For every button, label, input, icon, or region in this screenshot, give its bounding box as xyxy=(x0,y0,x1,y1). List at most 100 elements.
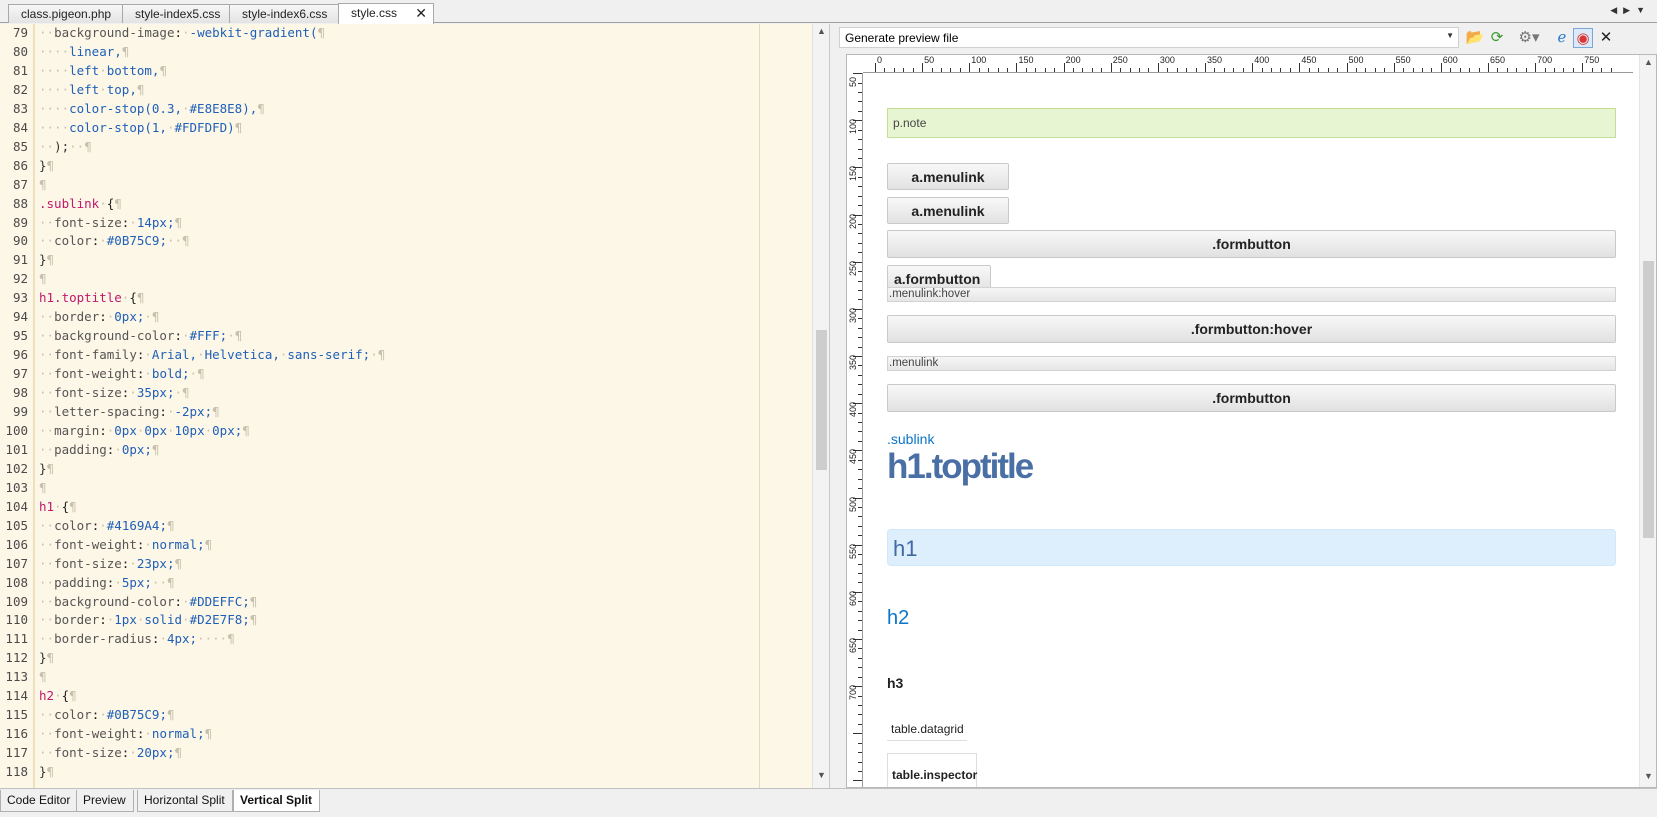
code-line[interactable]: }¶ xyxy=(39,250,54,269)
ruler-tick xyxy=(1412,68,1414,72)
line-number: 116 xyxy=(5,726,28,742)
code-line[interactable]: ¶ xyxy=(39,667,47,686)
code-line[interactable]: ··border:·0px;·¶ xyxy=(39,307,159,326)
scroll-up-icon[interactable]: ▲ xyxy=(813,26,829,42)
ruler-tick xyxy=(858,129,862,131)
tab-style-css[interactable]: style.css ✕ xyxy=(338,3,434,24)
ruler-tick xyxy=(858,516,862,518)
code-line[interactable]: ··font-family:·Arial,·Helvetica,·sans-se… xyxy=(39,345,385,364)
code-line[interactable]: ¶ xyxy=(39,269,47,288)
tab-style-index5-css[interactable]: style-index5.css xyxy=(122,4,232,23)
ruler-tick xyxy=(1157,63,1159,72)
editor-scroll-thumb[interactable] xyxy=(816,330,827,470)
code-line[interactable]: ¶ xyxy=(39,175,47,194)
tab-navigation-arrows-icon[interactable]: ◀▶▼ xyxy=(1610,5,1651,16)
ie-icon[interactable]: ℯ xyxy=(1552,28,1572,48)
chrome-icon[interactable]: ◉ xyxy=(1573,28,1593,48)
code-line[interactable]: ··padding:·5px;··¶ xyxy=(39,573,175,592)
line-number: 109 xyxy=(5,593,28,609)
formbutton-hover[interactable]: .formbutton:hover xyxy=(887,315,1616,343)
close-icon[interactable]: ✕ xyxy=(1596,28,1616,48)
ruler-tick xyxy=(1431,68,1433,72)
code-line[interactable]: ··background-image:·-webkit-gradient(¶ xyxy=(39,24,325,42)
ruler-tick xyxy=(1374,68,1376,72)
generate-preview-select[interactable]: Generate preview file ▼ xyxy=(839,27,1459,48)
line-number: 89 xyxy=(12,214,28,230)
line-number: 113 xyxy=(5,669,28,685)
scroll-up-icon[interactable]: ▲ xyxy=(1640,57,1656,73)
code-line[interactable]: ··font-size:·35px;·¶ xyxy=(39,383,190,402)
code-line[interactable]: ··border:·1px·solid·#D2E7F8;¶ xyxy=(39,610,257,629)
line-number: 98 xyxy=(12,385,28,401)
file-tab-bar: class.pigeon.php style-index5.css style-… xyxy=(0,0,1657,24)
code-line[interactable]: ··letter-spacing:·-2px;¶ xyxy=(39,402,220,421)
ruler-tick xyxy=(1544,68,1546,72)
ruler-tick xyxy=(1139,68,1141,72)
ruler-tick xyxy=(931,68,933,72)
menulink-bar[interactable]: .menulink xyxy=(887,356,1616,371)
code-line[interactable]: ¶ xyxy=(39,478,47,497)
code-line[interactable]: ··font-weight:·normal;¶ xyxy=(39,535,212,554)
code-line[interactable]: ··color:·#4169A4;¶ xyxy=(39,516,175,535)
code-line[interactable]: ··font-size:·23px;¶ xyxy=(39,554,182,573)
code-line[interactable]: ··border-radius:·4px;····¶ xyxy=(39,629,235,648)
preview-scrollbar[interactable]: ▲ ▼ xyxy=(1639,55,1656,787)
code-line[interactable]: ····color-stop(1,·#FDFDFD)¶ xyxy=(39,118,242,137)
code-line[interactable]: h1.toptitle·{¶ xyxy=(39,288,144,307)
preview-scroll-thumb[interactable] xyxy=(1643,261,1654,538)
menulink-button[interactable]: a.menulink xyxy=(887,163,1009,190)
code-editor[interactable]: 79 80 81 82 83 84 85 86 87 88 89 90 91 92 93 94 95 96 97 98… xyxy=(0,24,830,788)
code-line[interactable]: ··);··¶ xyxy=(39,137,92,156)
menulink-hover-bar[interactable]: .menulink:hover xyxy=(887,287,1616,302)
preview-viewport[interactable]: 0 50 100 150 200 250 300 350 400 450 500 550 600 650 7… xyxy=(846,54,1657,788)
p-note: p.note xyxy=(887,108,1616,138)
sublink[interactable]: .sublink xyxy=(887,431,934,447)
tab-close-icon[interactable]: ✕ xyxy=(415,5,427,21)
formbutton[interactable]: .formbutton xyxy=(887,384,1616,412)
ruler-tick xyxy=(858,629,862,631)
tab-preview[interactable]: Preview xyxy=(76,790,134,812)
editor-scrollbar[interactable]: ▲ ▼ xyxy=(812,24,829,788)
code-line[interactable]: ··font-size:·14px;¶ xyxy=(39,213,182,232)
code-line[interactable]: ····left·bottom,¶ xyxy=(39,61,167,80)
gear-icon[interactable]: ⚙▾ xyxy=(1515,28,1543,48)
ruler-label: 350 xyxy=(848,355,858,371)
code-line[interactable]: }¶ xyxy=(39,156,54,175)
code-line[interactable]: ··color:·#0B75C9;¶ xyxy=(39,705,175,724)
code-line[interactable]: ··padding:·0px;¶ xyxy=(39,440,159,459)
code-line[interactable]: }¶ xyxy=(39,459,54,478)
folder-open-icon[interactable]: 📂 xyxy=(1465,28,1485,48)
line-number: 104 xyxy=(5,498,28,514)
tab-code-editor[interactable]: Code Editor xyxy=(0,790,79,812)
refresh-icon[interactable]: ⟳ xyxy=(1487,28,1507,48)
code-line[interactable]: ··font-weight:·normal;¶ xyxy=(39,724,212,743)
ruler-tick xyxy=(858,469,862,471)
code-line[interactable]: h1·{¶ xyxy=(39,497,77,516)
code-line[interactable]: ··font-size:·20px;¶ xyxy=(39,743,182,762)
code-line[interactable]: .sublink·{¶ xyxy=(39,194,122,213)
tab-vertical-split[interactable]: Vertical Split xyxy=(233,790,321,812)
ruler-tick xyxy=(1506,68,1508,72)
code-line[interactable]: ··color:·#0B75C9;··¶ xyxy=(39,231,190,250)
code-line[interactable]: }¶ xyxy=(39,648,54,667)
formbutton[interactable]: .formbutton xyxy=(887,230,1616,258)
tab-horizontal-split[interactable]: Horizontal Split xyxy=(137,790,233,812)
code-line[interactable]: ··margin:·0px·0px·10px·0px;¶ xyxy=(39,421,250,440)
code-line[interactable]: h2·{¶ xyxy=(39,686,77,705)
code-line[interactable]: ····linear,¶ xyxy=(39,42,129,61)
scroll-down-icon[interactable]: ▼ xyxy=(1640,771,1656,787)
menulink-button[interactable]: a.menulink xyxy=(887,197,1009,224)
code-line[interactable]: ··background-color:·#FFF;·¶ xyxy=(39,326,242,345)
code-line[interactable]: ····left·top,¶ xyxy=(39,80,144,99)
ruler-tick xyxy=(884,68,886,72)
line-number: 118 xyxy=(5,764,28,780)
horizontal-ruler: 0 50 100 150 200 250 300 350 400 450 500 550 600 650 7… xyxy=(863,55,1633,73)
code-line[interactable]: ··background-color:·#DDEFFC;¶ xyxy=(39,592,257,611)
scroll-down-icon[interactable]: ▼ xyxy=(813,770,829,786)
code-line[interactable]: }¶ xyxy=(39,762,54,781)
code-line[interactable]: ····color-stop(0.3,·#E8E8E8),¶ xyxy=(39,99,265,118)
tab-style-index6-css[interactable]: style-index6.css xyxy=(229,4,341,23)
code-line[interactable]: ··font-weight:·bold;·¶ xyxy=(39,364,205,383)
ruler-label: 150 xyxy=(848,166,858,182)
tab-class-pigeon-php[interactable]: class.pigeon.php xyxy=(8,4,126,23)
